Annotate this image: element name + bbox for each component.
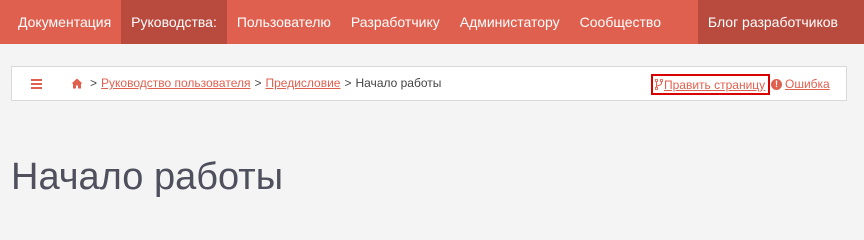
edit-page-link[interactable]: Править страницу (651, 74, 771, 95)
breadcrumb-current: Начало работы (355, 76, 442, 90)
breadcrumb-bar: > Руководство пользователя > Предисловие… (11, 66, 847, 101)
breadcrumb-link-user-guide[interactable]: Руководство пользователя (101, 76, 250, 90)
breadcrumb-separator: > (344, 76, 352, 90)
code-fork-icon (655, 79, 663, 90)
breadcrumb: > Руководство пользователя > Предисловие… (71, 76, 441, 90)
edit-page-label: Править страницу (664, 77, 766, 92)
breadcrumb-link-preface[interactable]: Предисловие (265, 76, 340, 90)
bars-icon[interactable] (31, 78, 42, 89)
nav-item-documentation[interactable]: Документация (0, 0, 121, 44)
home-icon[interactable] (71, 78, 83, 89)
nav-item-administrator[interactable]: Администатору (450, 0, 570, 44)
top-navigation: Документация Руководства: Пользователю Р… (0, 0, 864, 44)
nav-item-guides[interactable]: Руководства: (121, 0, 227, 44)
nav-item-user[interactable]: Пользователю (227, 0, 341, 44)
nav-item-community[interactable]: Сообщество (570, 0, 671, 44)
breadcrumb-separator: > (254, 76, 262, 90)
report-issue-link[interactable]: ! Ошибка (771, 77, 830, 91)
breadcrumb-separator: > (90, 76, 98, 90)
exclamation-circle-icon: ! (771, 78, 782, 90)
nav-item-developer-blog[interactable]: Блог разработчиков (697, 0, 864, 44)
page-title: Начало работы (11, 156, 284, 198)
nav-item-developer[interactable]: Разработчику (341, 0, 450, 44)
report-issue-label: Ошибка (785, 77, 830, 91)
